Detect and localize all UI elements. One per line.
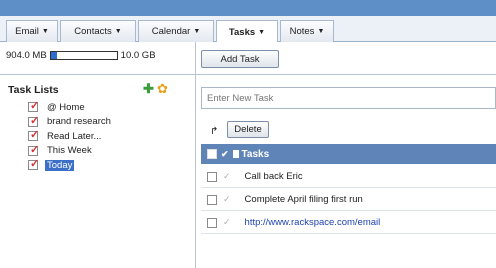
tab-contacts[interactable]: Contacts ▼ [60,20,136,42]
left-panel: 904.0 MB 10.0 GB Task Lists ✚ ✿ @ Home b… [0,42,196,268]
list-item-label: brand research [47,116,111,127]
task-text: Complete April filing first run [244,194,363,205]
task-checkbox[interactable] [207,217,217,228]
table-row[interactable]: ✓ Call back Eric [201,166,496,188]
list-item-read-later[interactable]: Read Later... [28,128,113,143]
check-icon: ✓ [223,171,231,181]
tab-email-label: Email [15,26,39,37]
select-all-checkbox[interactable] [207,149,217,159]
table-row[interactable]: ✓ http://www.rackspace.com/email [201,212,496,234]
table-row[interactable]: ✓ Complete April filing first run [201,189,496,211]
storage-meter [49,51,118,60]
new-task-input[interactable] [201,87,496,109]
list-check-icon [28,143,39,156]
list-item-this-week[interactable]: This Week [28,143,113,158]
gear-icon[interactable]: ✿ [157,81,168,97]
task-text: Call back Eric [244,171,303,182]
list-item-label: This Week [47,145,92,156]
tab-calendar[interactable]: Calendar ▼ [138,20,214,42]
task-lists-title: Task Lists [8,84,59,96]
check-icon: ✓ [223,194,231,204]
list-check-icon [28,128,39,141]
divider [0,74,195,75]
storage-usage: 904.0 MB 10.0 GB [6,50,156,61]
tab-calendar-label: Calendar [151,26,191,37]
task-lists-header: Task Lists ✚ ✿ [0,80,195,98]
list-item-label: @ Home [47,101,85,113]
check-icon: ✓ [223,217,231,227]
list-check-icon [28,157,39,170]
app-tabs: Email ▼ Contacts ▼ Calendar ▼ Tasks ▼ Notes ▼ [0,16,496,43]
storage-meter-fill [50,52,57,59]
chevron-down-icon: ▼ [114,28,122,35]
chevron-down-icon: ▼ [41,28,49,35]
list-check-icon [28,99,39,112]
priority-icon [232,150,239,158]
chevron-down-icon: ▼ [258,28,266,36]
check-icon: ✔ [221,148,229,159]
delete-button[interactable]: Delete [227,121,269,138]
chevron-down-icon: ▼ [317,28,325,35]
tab-notes[interactable]: Notes ▼ [280,20,334,42]
add-list-plus-icon[interactable]: ✚ [143,81,154,97]
storage-total: 10.0 GB [120,50,156,61]
tab-tasks-label: Tasks [228,26,256,38]
indent-arrow-icon[interactable]: ↱ [210,126,218,137]
task-link[interactable]: http://www.rackspace.com/email [245,217,381,228]
task-checkbox[interactable] [207,171,217,182]
tab-tasks[interactable]: Tasks ▼ [216,20,278,43]
list-item-label: Read Later... [47,130,102,142]
list-item-home[interactable]: @ Home [28,99,113,114]
list-check-icon [28,114,39,127]
storage-used: 904.0 MB [6,50,47,61]
task-lists: @ Home brand research Read Later... This… [28,99,113,173]
tasks-table-header: ✔ Tasks [201,144,496,164]
tab-notes-label: Notes [289,26,315,37]
list-item-brand-research[interactable]: brand research [28,114,113,129]
tab-contacts-label: Contacts [74,26,112,37]
tasks-header-label: Tasks [241,148,270,160]
list-item-label: Today [45,159,75,171]
task-checkbox[interactable] [207,194,217,205]
tab-email[interactable]: Email ▼ [6,20,58,42]
top-bar [0,0,496,16]
divider [196,74,496,75]
chevron-down-icon: ▼ [193,28,201,35]
main-panel: Add Task ↱ Delete ✔ Tasks ✓ Call back Er… [196,42,496,268]
add-task-button[interactable]: Add Task [201,50,279,68]
list-item-today[interactable]: Today [28,157,113,172]
